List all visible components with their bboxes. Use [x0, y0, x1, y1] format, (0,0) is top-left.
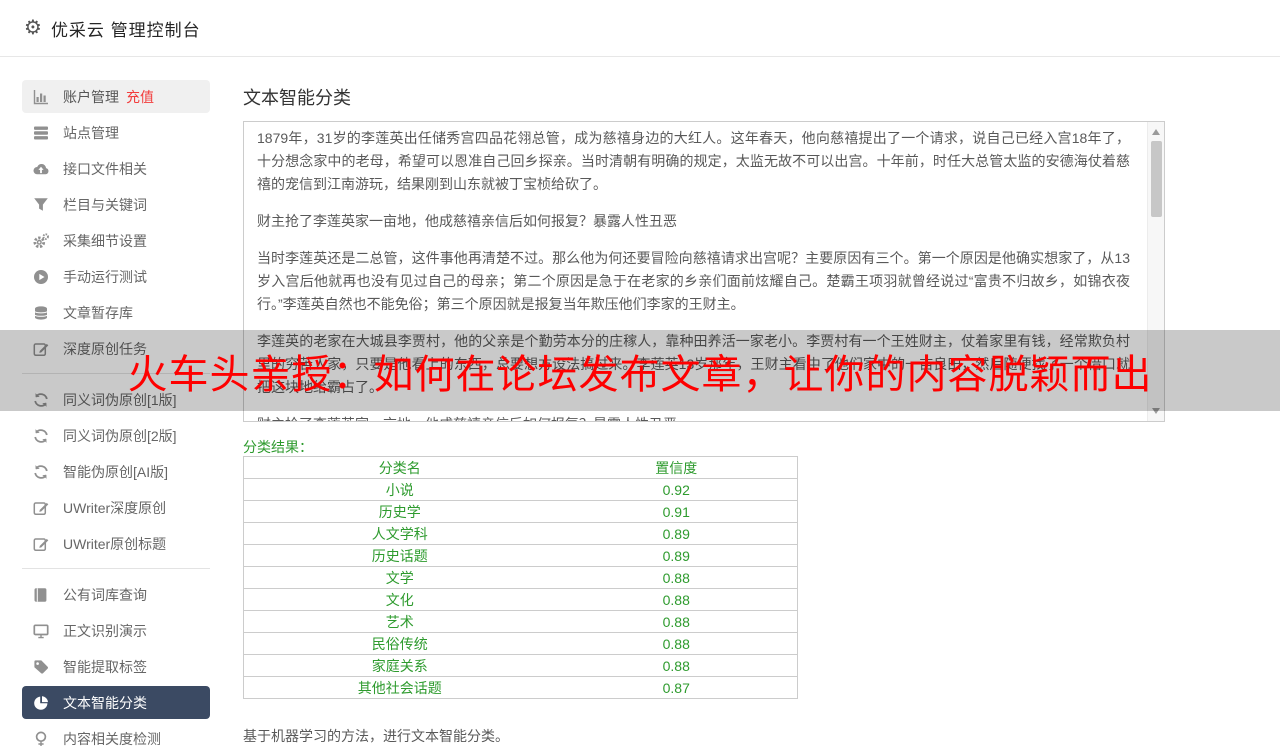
sidebar-item-label: 账户管理 — [63, 88, 119, 105]
confidence-cell: 0.91 — [555, 500, 798, 523]
sidebar-item-label: 栏目与关键词 — [63, 196, 147, 213]
sidebar-item-label: 智能伪原创[AI版] — [63, 463, 169, 480]
filter-icon — [32, 196, 50, 213]
sidebar-item-label: 站点管理 — [63, 124, 119, 141]
table-header-row: 分类名 置信度 — [243, 456, 798, 479]
sidebar-item-0-4[interactable]: 采集细节设置 — [22, 224, 210, 257]
watermark-text: 火车头亲授：如何在论坛发布文章，让你的内容脱颖而出 — [127, 352, 1153, 397]
watermark-banner: 火车头亲授：如何在论坛发布文章，让你的内容脱颖而出 — [0, 330, 1280, 411]
sidebar-item-0-6[interactable]: 文章暂存库 — [22, 296, 210, 329]
footer-note: 基于机器学习的方法，进行文本智能分类。 — [243, 728, 509, 744]
sidebar-item-0-0[interactable]: 账户管理 充值 — [22, 80, 210, 113]
category-cell: 小说 — [243, 478, 556, 501]
classification-table: 分类名 置信度 小说 0.92 历史学 0.91 人文学科 0.89 历史话题 0.89 文学 0… — [243, 456, 798, 699]
category-cell: 历史学 — [243, 500, 556, 523]
sidebar-item-2-4[interactable]: 内容相关度检测 — [22, 722, 210, 755]
document-paragraph: 当时李莲英还是二总管，这件事他再清楚不过。那么他为何还要冒险向慈禧请求出宫呢？主… — [257, 250, 1130, 312]
table-row: 历史学 0.91 — [243, 500, 798, 523]
table-header-confidence: 置信度 — [555, 456, 798, 479]
detect-icon — [32, 730, 50, 747]
category-cell: 家庭关系 — [243, 654, 556, 677]
confidence-cell: 0.88 — [555, 566, 798, 589]
confidence-cell: 0.88 — [555, 588, 798, 611]
refresh-icon — [32, 427, 50, 444]
sidebar-item-0-1[interactable]: 站点管理 — [22, 116, 210, 149]
category-cell: 艺术 — [243, 610, 556, 633]
confidence-cell: 0.92 — [555, 478, 798, 501]
sidebar-item-0-2[interactable]: 接口文件相关 — [22, 152, 210, 185]
category-cell: 文化 — [243, 588, 556, 611]
sidebar-item-label: 采集细节设置 — [63, 232, 147, 249]
table-row: 家庭关系 0.88 — [243, 654, 798, 677]
sidebar-item-2-2[interactable]: 智能提取标签 — [22, 650, 210, 683]
category-cell: 文学 — [243, 566, 556, 589]
category-cell: 人文学科 — [243, 522, 556, 545]
sidebar-item-label: UWriter深度原创 — [63, 499, 167, 516]
table-row: 艺术 0.88 — [243, 610, 798, 633]
database-icon — [32, 304, 50, 321]
sidebar-item-label: 手动运行测试 — [63, 268, 147, 285]
recharge-badge[interactable]: 充值 — [126, 87, 154, 107]
table-row: 人文学科 0.89 — [243, 522, 798, 545]
page-title: 文本智能分类 — [243, 88, 351, 108]
document-paragraph: 财主抢了李莲英家一亩地，他成慈禧亲信后如何报复？暴露人性丑恶 — [257, 413, 1130, 421]
table-header-category: 分类名 — [243, 456, 556, 479]
sidebar-item-label: 文章暂存库 — [63, 304, 133, 321]
document-paragraph: 财主抢了李莲英家一亩地，他成慈禧亲信后如何报复？暴露人性丑恶 — [257, 213, 677, 229]
sidebar-item-label: 智能提取标签 — [63, 658, 147, 675]
table-row: 民俗传统 0.88 — [243, 632, 798, 655]
monitor-icon — [32, 622, 50, 639]
sidebar-item-1-1[interactable]: 同义词伪原创[2版] — [22, 419, 210, 452]
table-row: 文化 0.88 — [243, 588, 798, 611]
confidence-cell: 0.88 — [555, 610, 798, 633]
server-icon — [32, 124, 50, 141]
edit-icon — [32, 499, 50, 516]
sidebar-item-label: 公有词库查询 — [63, 586, 147, 603]
confidence-cell: 0.89 — [555, 544, 798, 567]
pie-icon — [32, 694, 50, 711]
sidebar-item-label: UWriter原创标题 — [63, 535, 167, 552]
category-cell: 历史话题 — [243, 544, 556, 567]
document-paragraph: 1879年，31岁的李莲英出任储秀宫四品花翎总管，成为慈禧身边的大红人。这年春天… — [257, 130, 1130, 192]
category-cell: 民俗传统 — [243, 632, 556, 655]
refresh-icon — [32, 463, 50, 480]
sidebar-item-label: 接口文件相关 — [63, 160, 147, 177]
sidebar-item-label: 同义词伪原创[2版] — [63, 427, 177, 444]
sidebar-item-0-3[interactable]: 栏目与关键词 — [22, 188, 210, 221]
scroll-up-icon[interactable] — [1152, 129, 1160, 135]
sidebar-item-label: 内容相关度检测 — [63, 730, 161, 747]
sidebar-item-0-5[interactable]: 手动运行测试 — [22, 260, 210, 293]
table-row: 小说 0.92 — [243, 478, 798, 501]
sidebar-item-1-3[interactable]: UWriter深度原创 — [22, 491, 210, 524]
bar-chart-icon — [32, 88, 50, 105]
sidebar-item-1-2[interactable]: 智能伪原创[AI版] — [22, 455, 210, 488]
sidebar-item-label: 文本智能分类 — [63, 694, 147, 711]
confidence-cell: 0.88 — [555, 654, 798, 677]
category-cell: 其他社会话题 — [243, 676, 556, 699]
play-icon — [32, 268, 50, 285]
gears-icon — [32, 232, 50, 249]
table-row: 文学 0.88 — [243, 566, 798, 589]
scrollbar-thumb[interactable] — [1151, 141, 1162, 217]
edit-icon — [32, 535, 50, 552]
app-title: 优采云 管理控制台 — [50, 20, 201, 40]
confidence-cell: 0.87 — [555, 676, 798, 699]
confidence-cell: 0.89 — [555, 522, 798, 545]
sidebar-item-1-4[interactable]: UWriter原创标题 — [22, 527, 210, 560]
table-row: 历史话题 0.89 — [243, 544, 798, 567]
table-row: 其他社会话题 0.87 — [243, 676, 798, 699]
tag-icon — [32, 658, 50, 675]
sidebar-item-2-1[interactable]: 正文识别演示 — [22, 614, 210, 647]
book-icon — [32, 586, 50, 603]
header-bar: ⚙ 优采云 管理控制台 — [0, 0, 1280, 57]
sidebar-item-2-3[interactable]: 文本智能分类 — [22, 686, 210, 719]
cloud-upload-icon — [32, 160, 50, 177]
sidebar-item-label: 正文识别演示 — [63, 622, 147, 639]
sidebar-divider — [22, 568, 210, 569]
confidence-cell: 0.88 — [555, 632, 798, 655]
sidebar-item-2-0[interactable]: 公有词库查询 — [22, 578, 210, 611]
result-label: 分类结果： — [243, 439, 313, 455]
gear-icon: ⚙ — [24, 17, 42, 39]
